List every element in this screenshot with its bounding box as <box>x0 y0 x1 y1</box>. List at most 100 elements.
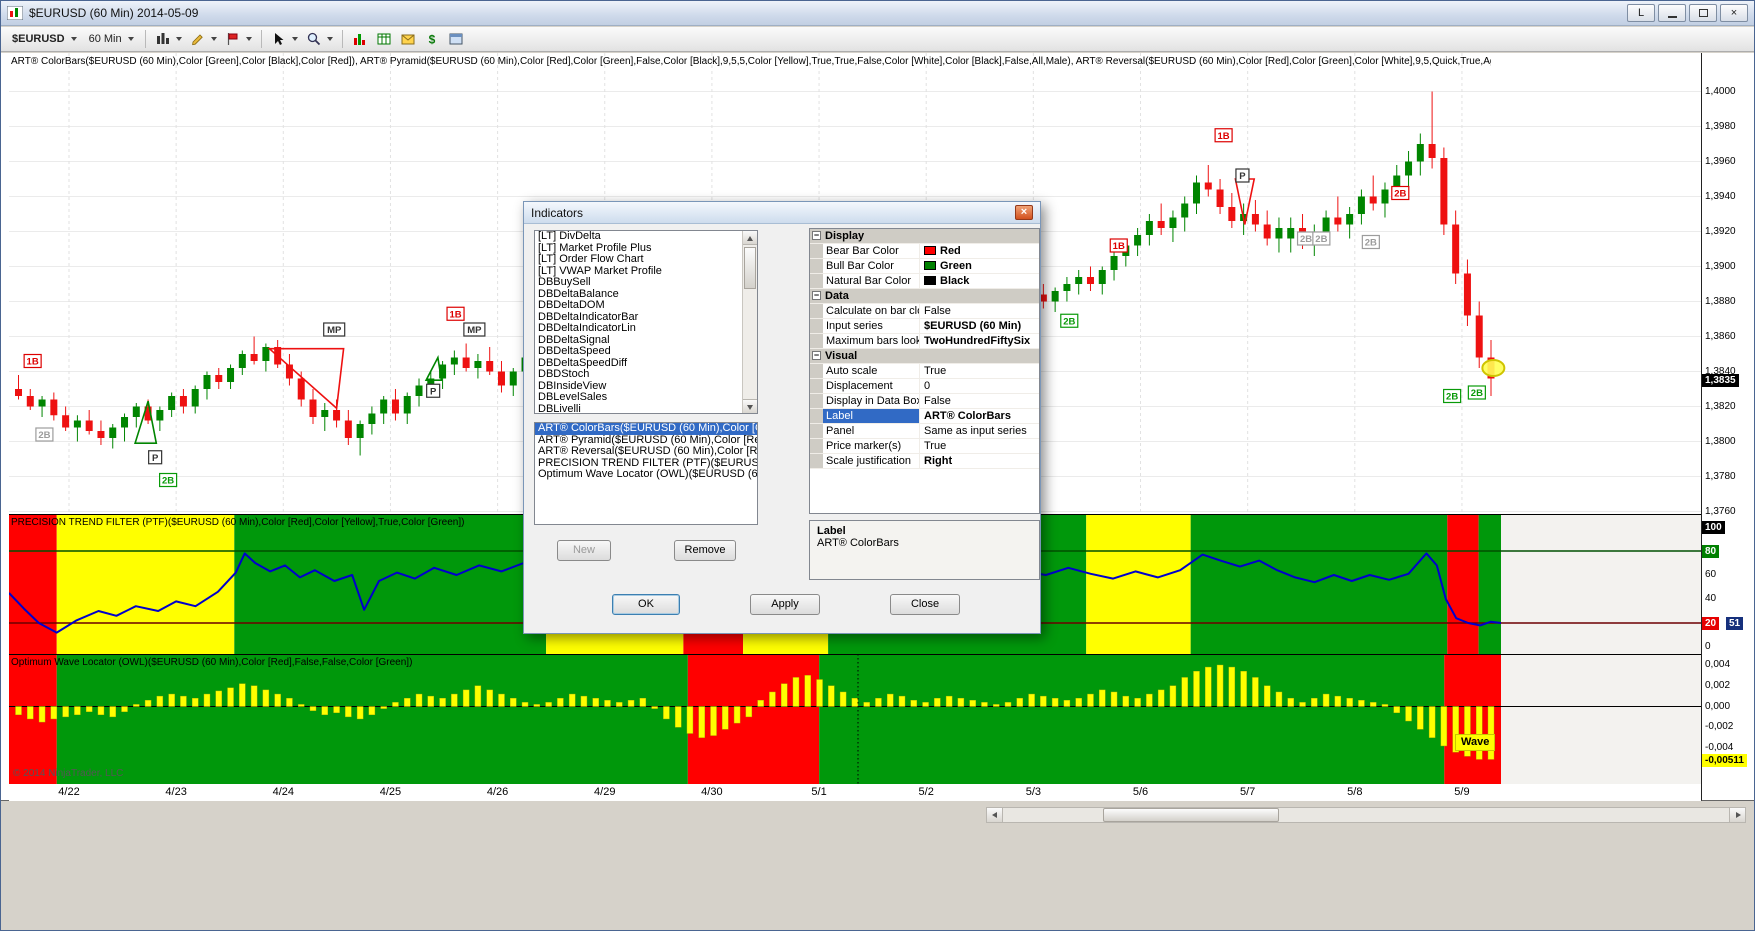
instrument-selector[interactable]: $EURUSD <box>7 31 82 47</box>
scroll-up-arrow[interactable] <box>743 231 757 245</box>
interval-selector[interactable]: 60 Min <box>84 31 139 47</box>
svg-text:MP: MP <box>467 325 482 336</box>
link-button[interactable]: L <box>1627 4 1655 22</box>
property-row[interactable]: Calculate on bar closeFalse <box>810 304 1039 319</box>
flag-icon <box>225 31 241 47</box>
new-button[interactable]: New <box>557 540 611 561</box>
property-value[interactable]: False <box>920 394 1039 408</box>
property-value[interactable]: False <box>920 304 1039 318</box>
properties-button[interactable] <box>445 29 467 49</box>
property-name[interactable]: Display in Data Box <box>823 394 920 408</box>
property-row[interactable]: Maximum bars look backTwoHundredFiftySix <box>810 334 1039 349</box>
available-indicator-item[interactable]: DBDeltaIndicatorLin <box>535 323 742 335</box>
zoom-button[interactable] <box>303 29 336 49</box>
property-section-header[interactable]: −Data <box>810 289 1039 304</box>
property-row[interactable]: Input series$EURUSD (60 Min) <box>810 319 1039 334</box>
horizontal-scrollbar[interactable] <box>986 807 1746 823</box>
property-row[interactable]: Bear Bar ColorRed <box>810 244 1039 259</box>
cursor-button[interactable] <box>268 29 301 49</box>
property-row[interactable]: Price marker(s)True <box>810 439 1039 454</box>
property-name[interactable]: Calculate on bar close <box>823 304 920 318</box>
property-value[interactable]: Right <box>920 454 1039 468</box>
markers-button[interactable] <box>222 29 255 49</box>
collapse-icon[interactable]: − <box>812 291 821 300</box>
configured-indicator-item[interactable]: ART® Reversal($EURUSD (60 Min),Color [Re… <box>535 446 757 458</box>
property-row[interactable]: Auto scaleTrue <box>810 364 1039 379</box>
drawing-tools-button[interactable] <box>187 29 220 49</box>
property-section-header[interactable]: −Display <box>810 229 1039 244</box>
property-section-header[interactable]: −Visual <box>810 349 1039 364</box>
property-value[interactable]: $EURUSD (60 Min) <box>920 319 1039 333</box>
property-value[interactable]: 0 <box>920 379 1039 393</box>
configured-indicator-item[interactable]: Optimum Wave Locator (OWL)($EURUSD (60 M… <box>535 469 757 481</box>
configured-indicator-item[interactable]: ART® ColorBars($EURUSD (60 Min),Color [G… <box>535 423 757 435</box>
chart-style-button[interactable] <box>152 29 185 49</box>
property-description-text: ART® ColorBars <box>817 537 1032 549</box>
property-value[interactable]: TwoHundredFiftySix <box>920 334 1039 348</box>
property-name[interactable]: Panel <box>823 424 920 438</box>
property-value[interactable]: Same as input series <box>920 424 1039 438</box>
property-name[interactable]: Bear Bar Color <box>823 244 920 258</box>
property-name[interactable]: Label <box>823 409 920 423</box>
property-value[interactable]: ART® ColorBars <box>920 409 1039 423</box>
alerts-button[interactable] <box>397 29 419 49</box>
available-indicator-item[interactable]: DBDeltaDOM <box>535 300 742 312</box>
property-value[interactable]: True <box>920 364 1039 378</box>
close-button[interactable]: × <box>1720 4 1748 22</box>
property-name[interactable]: Scale justification <box>823 454 920 468</box>
property-row[interactable]: PanelSame as input series <box>810 424 1039 439</box>
available-indicators-list[interactable]: [LT] DivDelta[LT] Market Profile Plus[LT… <box>535 231 742 413</box>
property-row[interactable]: Display in Data BoxFalse <box>810 394 1039 409</box>
apply-button[interactable]: Apply <box>750 594 820 615</box>
property-row[interactable]: Scale justificationRight <box>810 454 1039 469</box>
available-indicator-item[interactable]: DBDeltaSpeed <box>535 346 742 358</box>
window-titlebar[interactable]: $EURUSD (60 Min) 2014-05-09 L × <box>1 1 1754 26</box>
property-value[interactable]: Black <box>920 274 1039 288</box>
collapse-icon[interactable]: − <box>812 231 821 240</box>
property-row[interactable]: LabelART® ColorBars <box>810 409 1039 424</box>
ptf-value-marker: 100 <box>1702 521 1725 534</box>
property-name[interactable]: Price marker(s) <box>823 439 920 453</box>
available-indicator-item[interactable]: DBDStoch <box>535 369 742 381</box>
property-row[interactable]: Natural Bar ColorBlack <box>810 274 1039 289</box>
available-list-scrollbar[interactable] <box>742 231 757 413</box>
scrollbar-thumb[interactable] <box>1103 808 1279 822</box>
property-name[interactable]: Displacement <box>823 379 920 393</box>
close-dialog-button[interactable]: Close <box>890 594 960 615</box>
data-grid-button[interactable] <box>373 29 395 49</box>
scrollbar-track[interactable] <box>1003 808 1729 822</box>
property-name[interactable]: Bull Bar Color <box>823 259 920 273</box>
scroll-down-arrow[interactable] <box>743 399 757 413</box>
property-row[interactable]: Displacement0 <box>810 379 1039 394</box>
available-indicator-item[interactable]: DBLivelli <box>535 404 742 414</box>
property-name[interactable]: Maximum bars look back <box>823 334 920 348</box>
property-value[interactable]: True <box>920 439 1039 453</box>
ok-button[interactable]: OK <box>612 594 680 615</box>
available-indicator-item[interactable]: DBLevelSales <box>535 392 742 404</box>
owl-indicator-panel[interactable] <box>9 654 1701 784</box>
property-name[interactable]: Input series <box>823 319 920 333</box>
available-indicator-item[interactable]: [LT] DivDelta <box>535 231 742 243</box>
maximize-button[interactable] <box>1689 4 1717 22</box>
time-axis[interactable]: 4/224/234/244/254/264/294/305/15/25/35/6… <box>9 784 1701 801</box>
property-name[interactable]: Natural Bar Color <box>823 274 920 288</box>
available-indicator-item[interactable]: DBBuySell <box>535 277 742 289</box>
scroll-left-arrow[interactable] <box>987 808 1003 822</box>
property-value[interactable]: Red <box>920 244 1039 258</box>
scroll-right-arrow[interactable] <box>1729 808 1745 822</box>
dialog-close-button[interactable]: × <box>1015 205 1033 220</box>
available-indicator-item[interactable]: [LT] Order Flow Chart <box>535 254 742 266</box>
property-name[interactable]: Auto scale <box>823 364 920 378</box>
minimize-button[interactable] <box>1658 4 1686 22</box>
property-row[interactable]: Bull Bar ColorGreen <box>810 259 1039 274</box>
time-axis-label: 4/22 <box>58 786 79 798</box>
chart-trader-button[interactable]: $ <box>421 29 443 49</box>
dialog-titlebar[interactable]: Indicators × <box>524 202 1040 224</box>
collapse-icon[interactable]: − <box>812 351 821 360</box>
scrollbar-thumb[interactable] <box>744 247 756 289</box>
remove-button[interactable]: Remove <box>674 540 736 561</box>
price-scale[interactable]: 1,40001,39801,39601,39401,39201,39001,38… <box>1701 53 1755 801</box>
property-value[interactable]: Green <box>920 259 1039 273</box>
configured-indicators-list[interactable]: ART® ColorBars($EURUSD (60 Min),Color [G… <box>534 422 758 525</box>
indicators-button[interactable] <box>349 29 371 49</box>
